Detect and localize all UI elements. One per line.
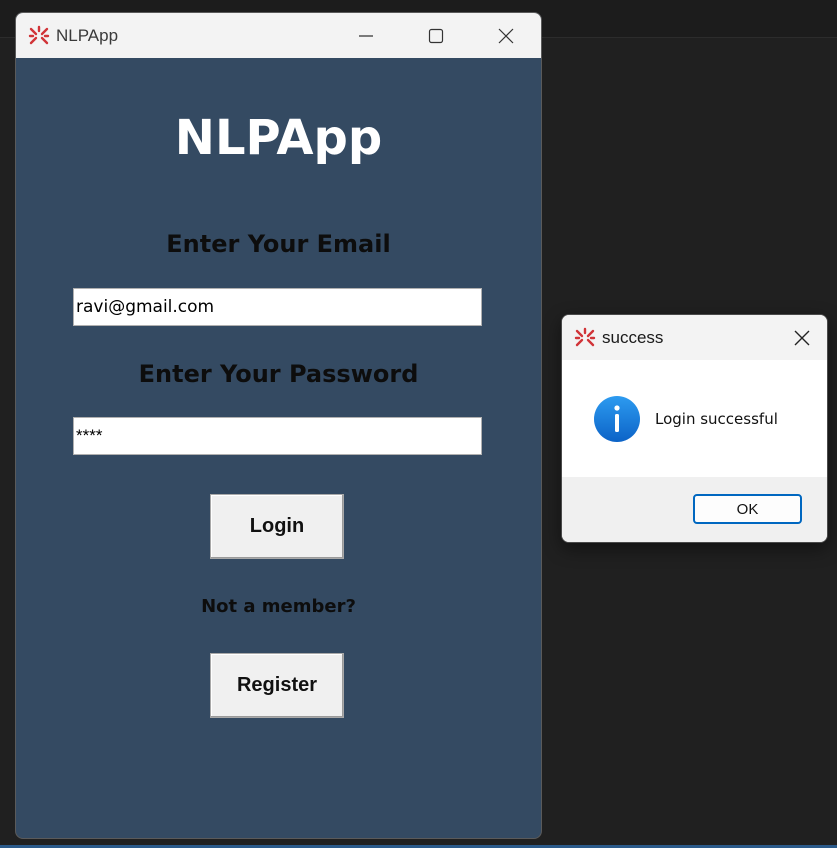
dialog-body: Login successful (562, 360, 827, 477)
dialog-close-button[interactable] (777, 315, 827, 360)
not-member-text: Not a member? (201, 596, 356, 617)
feather-app-icon (28, 25, 50, 47)
minimize-button[interactable] (331, 13, 401, 58)
dialog-message: Login successful (655, 410, 778, 428)
close-button[interactable] (471, 13, 541, 58)
login-form: NLPApp Enter Your Email Enter Your Passw… (16, 58, 541, 838)
password-label: Enter Your Password (138, 360, 419, 388)
window-controls (331, 13, 541, 58)
maximize-button[interactable] (401, 13, 471, 58)
register-button[interactable]: Register (210, 653, 344, 718)
dialog-titlebar[interactable]: success (562, 315, 827, 360)
ok-button[interactable]: OK (693, 494, 802, 524)
dialog-title: success (602, 327, 664, 347)
maximize-icon (428, 28, 444, 43)
email-label: Enter Your Email (166, 230, 391, 258)
feather-app-icon (574, 327, 596, 349)
minimize-icon (359, 34, 373, 37)
app-heading: NLPApp (174, 110, 383, 166)
success-dialog: success Login successful OK (561, 314, 828, 543)
main-window: NLPApp NLPApp Enter Your Email Ente (15, 12, 542, 839)
window-title: NLPApp (56, 25, 119, 45)
email-input[interactable] (73, 288, 482, 326)
login-button[interactable]: Login (210, 494, 344, 559)
info-icon (594, 396, 640, 442)
close-icon (498, 28, 514, 43)
dialog-footer: OK (562, 477, 827, 542)
main-titlebar[interactable]: NLPApp (16, 13, 541, 58)
close-icon (794, 330, 810, 345)
password-input[interactable] (73, 417, 482, 455)
